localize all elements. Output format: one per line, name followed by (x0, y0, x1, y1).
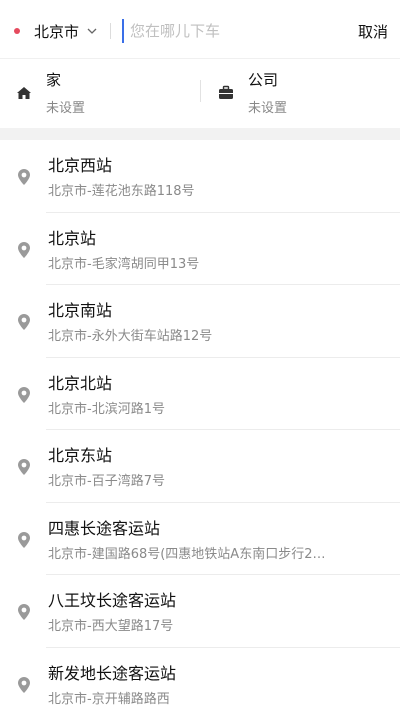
result-title: 北京南站 (48, 301, 113, 320)
map-pin-icon (17, 531, 31, 549)
result-title: 新发地长途客运站 (48, 663, 177, 683)
home-shortcut[interactable]: 家 未设置 (0, 59, 200, 129)
result-address: 北京市-毛家湾胡同甲13号 (48, 256, 200, 272)
map-pin-icon (17, 313, 31, 331)
map-pin-icon (17, 676, 31, 694)
search-bar: 北京市 取消 (0, 0, 400, 58)
result-address: 北京市-西大望路17号 (48, 619, 174, 634)
result-title: 四惠长途客运站 (48, 518, 161, 538)
result-title: 北京西站 (48, 156, 113, 175)
chevron-down-icon (87, 26, 97, 36)
search-results-list: 北京西站 北京市-莲花池东路118号 北京站 北京市-毛家湾胡同甲13号 北京南站 北京市… (0, 140, 400, 711)
map-pin-icon (17, 168, 31, 186)
map-pin-icon (17, 458, 31, 476)
result-item[interactable]: 北京南站北京市-永外大街车站路12号 (0, 285, 400, 358)
destination-search-input[interactable] (122, 19, 342, 43)
result-title: 北京东站 (48, 446, 113, 465)
company-shortcut[interactable]: 公司 未设置 (200, 59, 400, 129)
home-title: 家 (46, 71, 62, 89)
result-address: 北京市-莲花池东路118号 (48, 184, 195, 199)
result-title: 八王坟长途客运站 (48, 591, 177, 610)
cancel-button[interactable]: 取消 (358, 21, 388, 42)
company-title: 公司 (248, 71, 279, 89)
company-subtitle: 未设置 (248, 101, 288, 116)
result-address: 北京市-永外大街车站路12号 (48, 329, 213, 344)
search-divider (110, 23, 111, 39)
result-address: 北京市-北滨河路1号 (48, 401, 165, 417)
result-item[interactable]: 新发地长途客运站北京市-京开辅路路西 (0, 648, 400, 711)
result-address: 北京市-建国路68号(四惠地铁站A东南口步行2… (48, 546, 326, 562)
result-item[interactable]: 北京西站北京市-莲花池东路118号 (0, 140, 400, 213)
city-name: 北京市 (34, 22, 80, 41)
result-title: 北京北站 (48, 373, 113, 393)
home-icon (16, 85, 32, 101)
home-subtitle: 未设置 (46, 101, 86, 116)
result-address: 北京市-百子湾路7号 (48, 474, 165, 489)
result-item[interactable]: 八王坟长途客运站北京市-西大望路17号 (0, 575, 400, 648)
result-item[interactable]: 北京站北京市-毛家湾胡同甲13号 (0, 213, 400, 285)
briefcase-icon (218, 85, 234, 101)
map-pin-icon (17, 386, 31, 404)
location-dot-icon (14, 28, 20, 34)
map-pin-icon (17, 241, 31, 259)
result-item[interactable]: 北京东站北京市-百子湾路7号 (0, 430, 400, 503)
city-selector[interactable]: 北京市 (14, 19, 97, 43)
result-item[interactable]: 四惠长途客运站北京市-建国路68号(四惠地铁站A东南口步行2… (0, 503, 400, 575)
result-item[interactable]: 北京北站北京市-北滨河路1号 (0, 358, 400, 430)
map-pin-icon (17, 603, 31, 621)
section-gap (0, 128, 400, 140)
result-address: 北京市-京开辅路路西 (48, 691, 170, 707)
result-title: 北京站 (48, 228, 97, 248)
shortcut-divider (200, 80, 201, 102)
